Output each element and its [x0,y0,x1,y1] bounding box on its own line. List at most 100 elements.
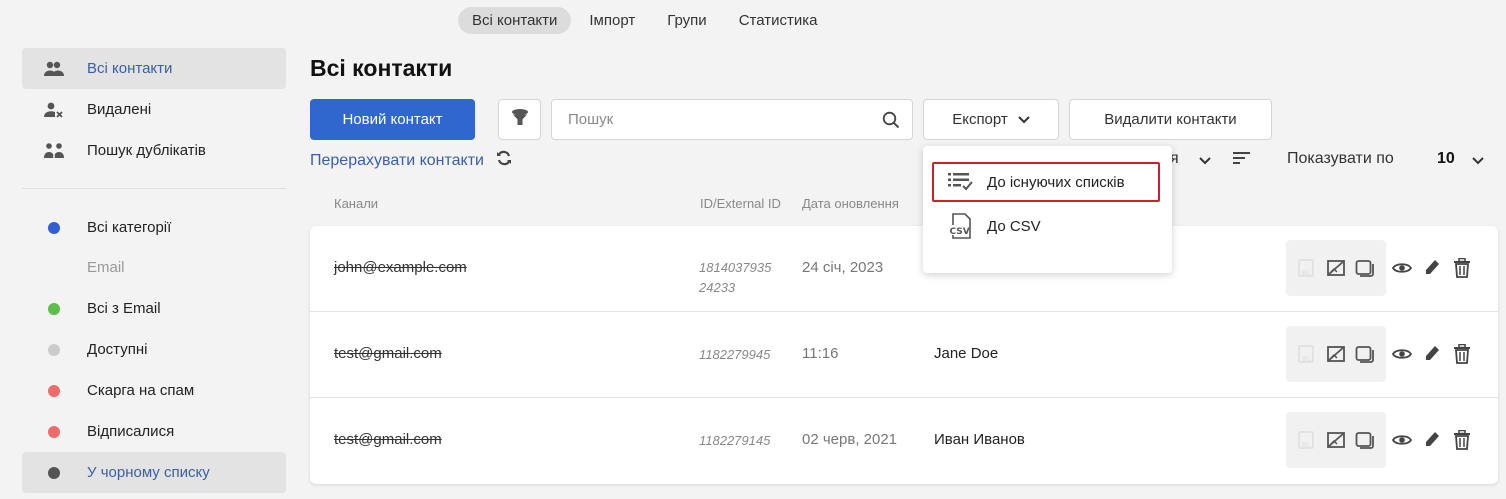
chevron-down-icon [1018,111,1030,128]
sidebar-item-all-contacts[interactable]: Всі контакти [22,48,286,89]
table-row[interactable]: john@example.com 1814037935 24233 24 січ… [310,226,1498,312]
tab-import[interactable]: Імпорт [575,7,649,34]
row-action-icons [1390,342,1474,366]
contact-id: 1182279945 [699,347,771,362]
contact-name: Jane Doe [934,345,999,362]
tab-statistics[interactable]: Статистика [725,7,832,34]
status-dot [48,302,60,315]
sidebar-item-label: Видалені [87,101,152,118]
contact-id-line: 1814037935 [699,260,772,275]
status-dot [48,343,60,356]
sidebar-item-blacklist[interactable]: У чорному списку [22,452,286,493]
column-header-updated: Дата оновлення [802,196,899,211]
hide-image-icon[interactable] [1324,256,1348,280]
filter-button[interactable] [498,99,541,140]
contact-email: john@example.com [334,259,467,276]
export-button[interactable]: Експорт [923,99,1059,140]
export-dropdown-menu: До існуючих списків CSV До CSV [923,146,1172,273]
status-dot [48,425,60,438]
row-actions: BL [1286,326,1474,382]
contact-updated-date: 11:16 [802,345,839,362]
contact-id: 1182279145 [699,433,771,448]
trash-icon[interactable] [1450,256,1474,280]
recount-contacts-link[interactable]: Перерахувати контакти [310,150,512,171]
trash-icon[interactable] [1450,342,1474,366]
blacklist-icon[interactable]: BL [1295,256,1319,280]
duplicates-icon [44,141,64,161]
blacklist-icon[interactable]: BL [1295,342,1319,366]
eye-icon[interactable] [1390,428,1414,452]
trash-icon[interactable] [1450,428,1474,452]
sidebar-subheader-email: Email [87,259,125,276]
eye-icon[interactable] [1390,256,1414,280]
search-icon[interactable] [882,111,900,129]
sidebar-item-deleted[interactable]: Видалені [22,89,286,130]
export-label: Експорт [952,111,1008,128]
tab-all-contacts[interactable]: Всі контакти [458,7,572,34]
blacklist-icon[interactable]: BL [1295,428,1319,452]
list-check-icon [947,172,975,192]
per-page-select[interactable]: 10 [1437,150,1455,168]
search-field [551,99,913,140]
sidebar-item-label: Всі контакти [87,60,173,77]
channel-actions-box: BL [1286,240,1386,296]
sidebar-item-label: У чорному списку [87,464,210,481]
status-dot [48,384,60,397]
column-header-channels: Канали [334,196,379,211]
status-dot [48,221,60,234]
search-input[interactable] [568,111,882,128]
row-action-icons [1390,256,1474,280]
svg-text:BL: BL [1302,441,1311,449]
sidebar-item-all-categories[interactable]: Всі категорії [22,207,286,248]
sidebar-item-label: Пошук дублікатів [87,142,206,159]
hide-image-icon[interactable] [1324,342,1348,366]
export-item-label: До існуючих списків [987,173,1125,191]
contact-updated-date: 24 січ, 2023 [802,259,884,276]
status-dot [48,466,60,479]
svg-text:BL: BL [1302,269,1311,277]
copy-icon[interactable] [1353,428,1377,452]
svg-text:BL: BL [1302,355,1311,363]
sidebar-item-label: Скарга на спам [87,382,195,399]
row-actions: BL [1286,240,1474,296]
hide-image-icon[interactable] [1324,428,1348,452]
contacts-icon [44,59,64,79]
export-to-existing-lists-item[interactable]: До існуючих списків [932,162,1160,202]
sidebar-item-spam-complaint[interactable]: Скарга на спам [22,370,286,411]
copy-icon[interactable] [1353,342,1377,366]
new-contact-button[interactable]: Новий контакт [310,99,475,140]
export-to-csv-item[interactable]: CSV До CSV [923,206,1172,246]
per-page-label: Показувати по [1287,150,1394,167]
contact-external-id: 24233 [699,280,736,295]
delete-contacts-button[interactable]: Видалити контакти [1069,99,1272,140]
sort-order-icon[interactable] [1233,151,1251,170]
contact-updated-date: 02 черв, 2021 [802,431,898,448]
recount-label: Перерахувати контакти [310,151,484,169]
page-title: Всі контакти [310,55,453,81]
sidebar-item-available[interactable]: Доступні [22,329,286,370]
top-nav: Всі контакти Імпорт Групи Статистика [458,7,831,34]
deleted-user-icon [44,100,64,120]
sidebar-item-all-with-email[interactable]: Всі з Email [22,288,286,329]
edit-icon[interactable] [1420,256,1444,280]
table-row[interactable]: test@gmail.com 1182279945 11:16 Jane Doe… [310,312,1498,398]
chevron-down-icon[interactable] [1472,152,1484,170]
sidebar-divider [22,188,286,189]
edit-icon[interactable] [1420,342,1444,366]
sidebar-item-unsubscribed[interactable]: Відписалися [22,411,286,452]
edit-icon[interactable] [1420,428,1444,452]
filter-icon [511,108,529,131]
channel-actions-box: BL [1286,412,1386,468]
contact-email: test@gmail.com [334,345,442,362]
sidebar-item-label: Всі з Email [87,300,161,317]
row-actions: BL [1286,412,1474,468]
contact-id: 1814037935 24233 [699,258,771,298]
sidebar-item-label: Доступні [87,341,148,358]
eye-icon[interactable] [1390,342,1414,366]
sidebar-item-label: Всі категорії [87,219,172,236]
tab-groups[interactable]: Групи [653,7,720,34]
chevron-down-icon[interactable] [1199,152,1211,170]
copy-icon[interactable] [1353,256,1377,280]
table-row[interactable]: test@gmail.com 1182279145 02 черв, 2021 … [310,398,1498,484]
sidebar-item-duplicates[interactable]: Пошук дублікатів [22,130,286,171]
